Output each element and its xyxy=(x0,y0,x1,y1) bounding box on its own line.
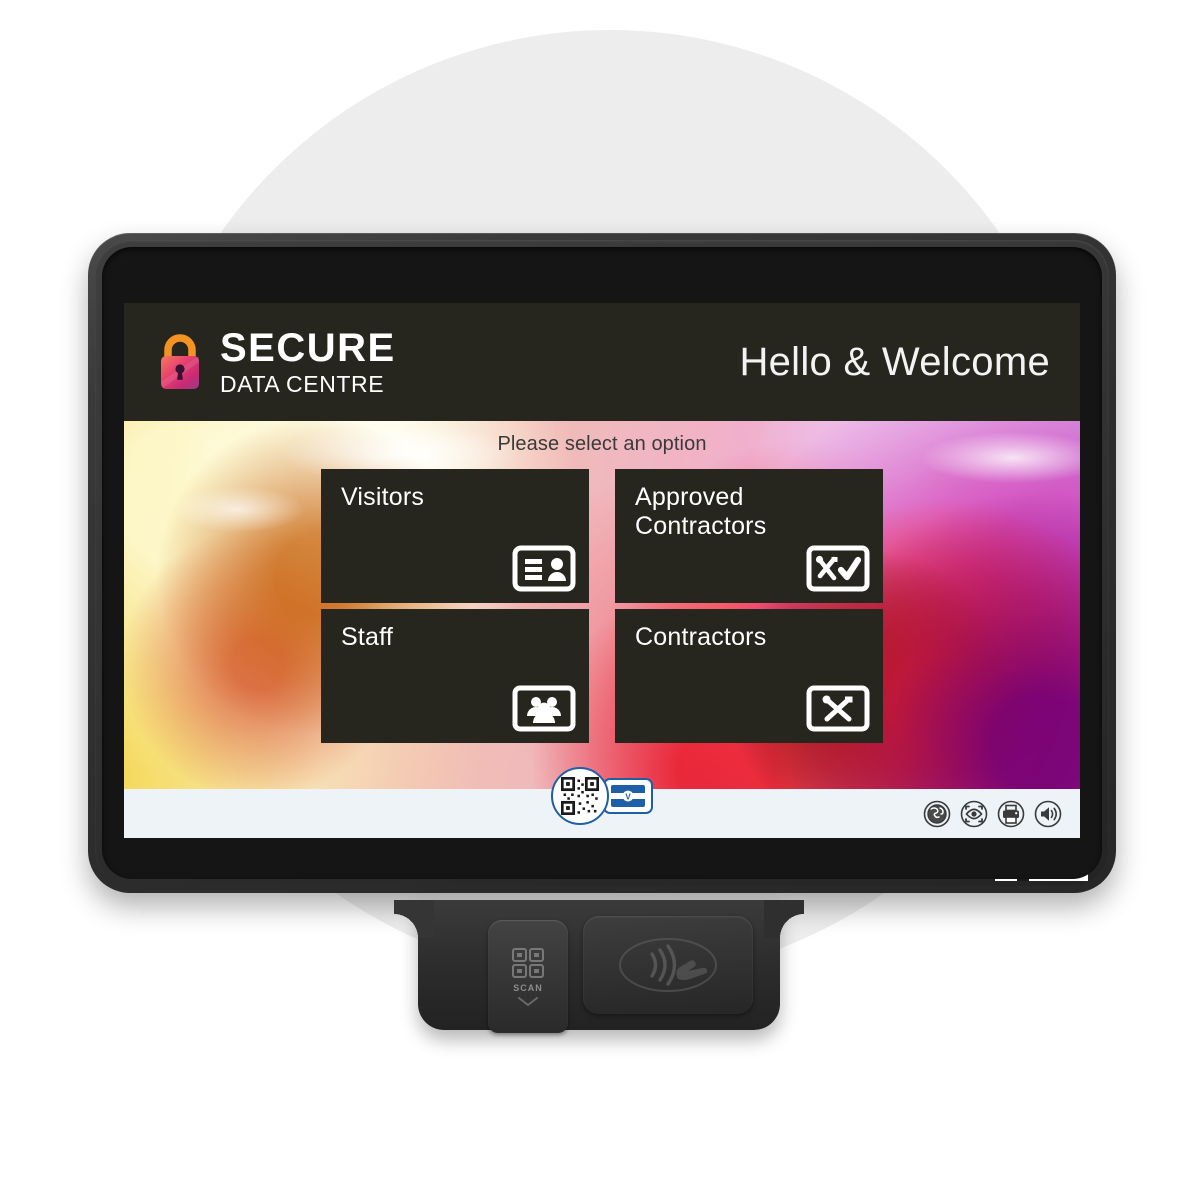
tile-approved-contractors[interactable]: Approved Contractors xyxy=(615,469,883,603)
nfc-reader-pad[interactable] xyxy=(583,916,753,1014)
inventry-logo-suffix: ENTRY xyxy=(1029,862,1088,881)
brand-block: SECURE DATA CENTRE xyxy=(156,328,396,396)
tile-approved-contractors-label: Approved Contractors xyxy=(635,483,767,540)
tile-visitors-label: Visitors xyxy=(341,483,425,511)
tools-check-icon xyxy=(806,545,870,592)
tools-icon xyxy=(806,685,870,732)
brand-name: SECURE xyxy=(220,326,396,370)
inventry-logo: IN V ENTRY xyxy=(994,862,1088,881)
svg-text:V: V xyxy=(625,792,631,801)
brand-text: SECURE DATA CENTRE xyxy=(220,328,396,396)
inventry-logo-middle: V xyxy=(1016,862,1030,881)
contactless-nfc-icon xyxy=(619,938,717,992)
screenshot-canvas: IN V ENTRY SECURE DATA CENTRE Hello & We… xyxy=(0,0,1200,1200)
printer-icon[interactable] xyxy=(997,800,1025,828)
id-card-icon xyxy=(512,545,576,592)
qr-code-icon[interactable] xyxy=(551,767,609,825)
scan-prompt-cluster[interactable]: V xyxy=(551,767,653,825)
qr-scan-icon xyxy=(512,948,544,978)
people-group-icon xyxy=(512,685,576,732)
kiosk-screen: SECURE DATA CENTRE Hello & Welcome Pleas… xyxy=(124,303,1080,838)
tile-staff[interactable]: Staff xyxy=(321,609,589,743)
speaker-volume-icon[interactable] xyxy=(1034,800,1062,828)
eye-accessibility-icon[interactable] xyxy=(960,800,988,828)
qr-scanner-pad[interactable]: SCAN xyxy=(488,920,568,1033)
scan-chevron-icon xyxy=(518,997,538,1006)
tile-contractors[interactable]: Contractors xyxy=(615,609,883,743)
tile-contractors-label: Contractors xyxy=(635,623,767,651)
screen-body: Please select an option Visitors Approve… xyxy=(124,421,1080,789)
screen-header: SECURE DATA CENTRE Hello & Welcome xyxy=(124,303,1080,421)
option-tiles: Visitors Approved Contractors Staff Cont… xyxy=(321,469,883,743)
brand-subtitle: DATA CENTRE xyxy=(220,371,385,397)
tile-staff-label: Staff xyxy=(341,623,393,651)
padlock-icon xyxy=(161,334,199,389)
scan-label: SCAN xyxy=(513,983,543,993)
select-option-hint: Please select an option xyxy=(497,433,707,455)
system-icon-bar xyxy=(923,800,1062,828)
id-badge-icon[interactable]: V xyxy=(603,778,653,814)
welcome-heading: Hello & Welcome xyxy=(739,339,1050,384)
inventry-logo-prefix: IN xyxy=(994,862,1017,881)
screen-footer: V xyxy=(124,767,1080,838)
tile-visitors[interactable]: Visitors xyxy=(321,469,589,603)
globe-language-icon[interactable] xyxy=(923,800,951,828)
